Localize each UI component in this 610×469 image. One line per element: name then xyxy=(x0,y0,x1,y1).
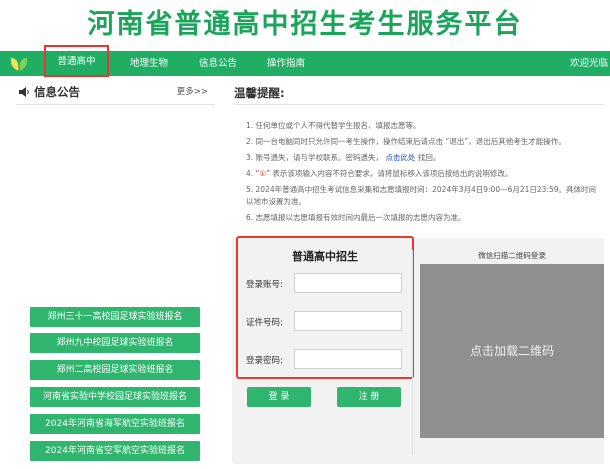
side-button-airforce-aviation[interactable]: 2024年河南省空军航空实验班报名 xyxy=(30,441,200,461)
tip-item: 3. 账号遗失，请与学校联系。密码遗失， 点击此处 找回。 xyxy=(246,152,606,164)
welcome-text: 欢迎光临 xyxy=(569,58,608,69)
top-navbar: 普通高中 地理生物 信息公告 操作指南 欢迎光临 xyxy=(0,45,610,77)
error-mark-icon: “①” xyxy=(255,169,271,178)
idcard-input[interactable] xyxy=(294,311,402,331)
password-input[interactable] xyxy=(294,349,402,369)
tips-title: 温馨提醒: xyxy=(234,86,285,100)
tips-list: 1. 任何单位或个人不得代替学生报名、填报志愿等。 2. 同一台电脑同时只允许同… xyxy=(246,120,606,228)
notice-more-link[interactable]: 更多>> xyxy=(177,82,208,102)
qr-title: 微信扫描二维码登录 xyxy=(478,251,546,260)
tips-divider xyxy=(234,104,604,105)
qr-code-load-area[interactable]: 点击加载二维码 xyxy=(420,264,604,438)
site-title: 河南省普通高中招生考生服务平台 xyxy=(87,9,523,40)
tip-text: 3. 账号遗失，请与学校联系。密码遗失， xyxy=(246,153,384,162)
tip-item: 4. “①” 表示该项输入内容不符合要求，请将鼠标移入该项后按给出的说明修改。 xyxy=(246,168,606,180)
side-button-hn-shiyan-football[interactable]: 河南省实验中学校园足球实验班报名 xyxy=(30,387,200,407)
account-input[interactable] xyxy=(294,273,402,293)
login-divider xyxy=(412,250,413,455)
notice-divider xyxy=(16,104,215,105)
nav-tab-caozuo-zhinan[interactable]: 操作指南 xyxy=(267,51,305,76)
nav-tab-dili-shengwu[interactable]: 地理生物 xyxy=(130,51,168,76)
idcard-label: 证件号码: xyxy=(246,318,283,328)
tip-text: 4. xyxy=(246,169,256,178)
tip-item: 1. 任何单位或个人不得代替学生报名、填报志愿等。 xyxy=(246,121,421,130)
nav-tab-putong-gaozhong[interactable]: 普通高中 xyxy=(44,45,109,77)
tip-item: 6. 志愿填报以志愿填报有效时间内最后一次填报的志愿内容为准。 xyxy=(246,213,466,222)
side-button-navy-aviation[interactable]: 2024年河南省海军航空实验班报名 xyxy=(30,414,200,434)
tip-item: 5. 2024年普通高中招生考试信息采集和志愿填报时间：2024年3月4日9:0… xyxy=(246,185,597,206)
side-button-zz2-football[interactable]: 郑州二高校园足球实验班报名 xyxy=(30,360,200,380)
notice-header: 信息公告 更多>> xyxy=(16,82,216,102)
nav-tab-xinxi-gonggao[interactable]: 信息公告 xyxy=(199,51,237,76)
recover-password-link[interactable]: 点击此处 xyxy=(385,153,415,162)
leaf-logo-icon xyxy=(10,58,28,71)
tip-text: 表示该项输入内容不符合要求，请将鼠标移入该项后按给出的说明修改。 xyxy=(272,169,513,178)
side-button-zz31-football[interactable]: 郑州三十一高校园足球实验班报名 xyxy=(30,307,200,327)
tip-item: 2. 同一台电脑同时只允许同一考生操作，操作结束后请点击 “退出”，退出后其他考… xyxy=(246,137,566,146)
tip-text: 找回。 xyxy=(417,153,441,162)
side-button-zz9-football[interactable]: 郑州九中校园足球实验班报名 xyxy=(30,333,200,353)
account-label: 登录账号: xyxy=(246,280,283,290)
register-button[interactable]: 注 册 xyxy=(337,387,401,407)
speaker-icon xyxy=(19,87,29,97)
password-label: 登录密码: xyxy=(246,356,283,366)
login-title: 普通高中招生 xyxy=(292,250,358,263)
login-button[interactable]: 登 录 xyxy=(247,387,311,407)
notice-title: 信息公告 xyxy=(34,85,80,99)
